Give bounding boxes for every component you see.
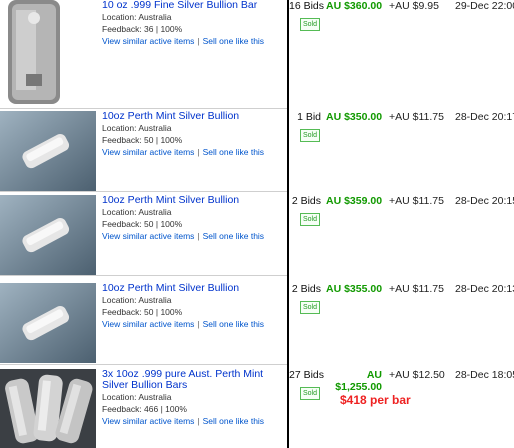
sold-badge: Sold xyxy=(300,129,321,142)
location-text: Location: Australia xyxy=(102,123,172,133)
listing-links: View similar active items | Sell one like … xyxy=(102,147,265,157)
listing-info: 10oz Perth Mint Silver Bullion Location:… xyxy=(102,195,286,242)
listing-info: 10oz Perth Mint Silver Bullion Location:… xyxy=(102,111,286,158)
sold-badge: Sold xyxy=(300,387,321,400)
sold-price: AU $355.00 xyxy=(326,283,383,295)
view-similar-link[interactable]: View similar active items xyxy=(102,231,194,241)
sold-badge: Sold xyxy=(300,18,321,31)
row-divider xyxy=(0,191,287,192)
feedback-text: Feedback: 50 | 100% xyxy=(102,219,183,229)
row-divider xyxy=(0,364,287,365)
listing-row: 3x 10oz .999 pure Aust. Perth Mint Silve… xyxy=(0,369,514,448)
silver-bar-image xyxy=(0,111,96,191)
bid-count[interactable]: 1 Bid xyxy=(289,111,321,123)
location-text: Location: Australia xyxy=(102,295,172,305)
listing-title-link[interactable]: 3x 10oz .999 pure Aust. Perth Mint Silve… xyxy=(102,369,284,391)
silver-bar-image xyxy=(0,283,96,363)
listing-links: View similar active items | Sell one like … xyxy=(102,319,265,329)
shipping-cost: +AU $9.95 xyxy=(389,0,439,12)
listing-info: 3x 10oz .999 pure Aust. Perth Mint Silve… xyxy=(102,369,286,427)
shipping-cost: +AU $11.75 xyxy=(389,111,444,123)
listing-title-link[interactable]: 10 oz .999 Fine Silver Bullion Bar xyxy=(102,0,286,11)
view-similar-link[interactable]: View similar active items xyxy=(102,319,194,329)
location-text: Location: Australia xyxy=(102,392,172,402)
view-similar-link[interactable]: View similar active items xyxy=(102,416,194,426)
listing-title-link[interactable]: 10oz Perth Mint Silver Bullion xyxy=(102,283,286,294)
sold-badge: Sold xyxy=(300,213,321,226)
bid-count[interactable]: 2 Bids xyxy=(289,195,321,207)
per-bar-price-note: $418 per bar xyxy=(340,393,411,407)
end-date: 28-Dec 20:17 xyxy=(455,111,514,123)
bid-count[interactable]: 27 Bids xyxy=(289,369,324,381)
listing-info: 10 oz .999 Fine Silver Bullion Bar Locat… xyxy=(102,0,286,47)
row-divider xyxy=(0,108,287,109)
bid-count[interactable]: 2 Bids xyxy=(289,283,321,295)
silver-bars-image xyxy=(0,369,96,448)
sold-price: AU $360.00 xyxy=(326,0,383,12)
feedback-text: Feedback: 36 | 100% xyxy=(102,24,183,34)
sell-one-link[interactable]: Sell one like this xyxy=(203,319,264,329)
end-date: 28-Dec 20:15 xyxy=(455,195,514,207)
listing-info: 10oz Perth Mint Silver Bullion Location:… xyxy=(102,283,286,330)
feedback-text: Feedback: 466 | 100% xyxy=(102,404,187,414)
sell-one-link[interactable]: Sell one like this xyxy=(203,36,264,46)
listing-row: 10oz Perth Mint Silver Bullion Location:… xyxy=(0,283,514,363)
listing-title-link[interactable]: 10oz Perth Mint Silver Bullion xyxy=(102,111,286,122)
price-currency: AU xyxy=(366,369,382,381)
item-thumbnail[interactable] xyxy=(0,195,96,275)
item-thumbnail[interactable] xyxy=(0,369,96,448)
view-similar-link[interactable]: View similar active items xyxy=(102,147,194,157)
end-date: 28-Dec 20:13 xyxy=(455,283,514,295)
silver-bar-image xyxy=(0,0,96,108)
shipping-cost: +AU $11.75 xyxy=(389,195,444,207)
bid-count[interactable]: 16 Bids xyxy=(289,0,324,12)
sell-one-link[interactable]: Sell one like this xyxy=(203,231,264,241)
price-amount: $1,255.00 xyxy=(335,381,382,393)
sold-price: AU $1,255.00 xyxy=(330,369,382,393)
sold-price: AU $350.00 xyxy=(326,111,383,123)
end-date: 28-Dec 18:05 xyxy=(455,369,514,381)
feedback-text: Feedback: 50 | 100% xyxy=(102,307,183,317)
sell-one-link[interactable]: Sell one like this xyxy=(203,416,264,426)
shipping-cost: +AU $11.75 xyxy=(389,283,444,295)
location-text: Location: Australia xyxy=(102,207,172,217)
item-thumbnail[interactable] xyxy=(0,111,96,191)
listing-links: View similar active items | Sell one like … xyxy=(102,416,265,426)
location-text: Location: Australia xyxy=(102,12,172,22)
silver-bar-image xyxy=(0,195,96,275)
listing-row: 10oz Perth Mint Silver Bullion Location:… xyxy=(0,195,514,275)
listing-links: View similar active items | Sell one like … xyxy=(102,231,265,241)
listing-row: 10oz Perth Mint Silver Bullion Location:… xyxy=(0,111,514,191)
end-date: 29-Dec 22:00 xyxy=(455,0,514,12)
sell-one-link[interactable]: Sell one like this xyxy=(203,147,264,157)
listing-row: 10 oz .999 Fine Silver Bullion Bar Locat… xyxy=(0,0,514,108)
sold-price: AU $359.00 xyxy=(326,195,383,207)
listing-links: View similar active items | Sell one like … xyxy=(102,36,265,46)
column-divider xyxy=(287,0,289,448)
item-thumbnail[interactable] xyxy=(0,0,96,108)
item-thumbnail[interactable] xyxy=(0,283,96,363)
sold-badge: Sold xyxy=(300,301,321,314)
listing-title-link[interactable]: 10oz Perth Mint Silver Bullion xyxy=(102,195,286,206)
shipping-cost: +AU $12.50 xyxy=(389,369,445,381)
row-divider xyxy=(0,275,287,276)
feedback-text: Feedback: 50 | 100% xyxy=(102,135,183,145)
view-similar-link[interactable]: View similar active items xyxy=(102,36,194,46)
